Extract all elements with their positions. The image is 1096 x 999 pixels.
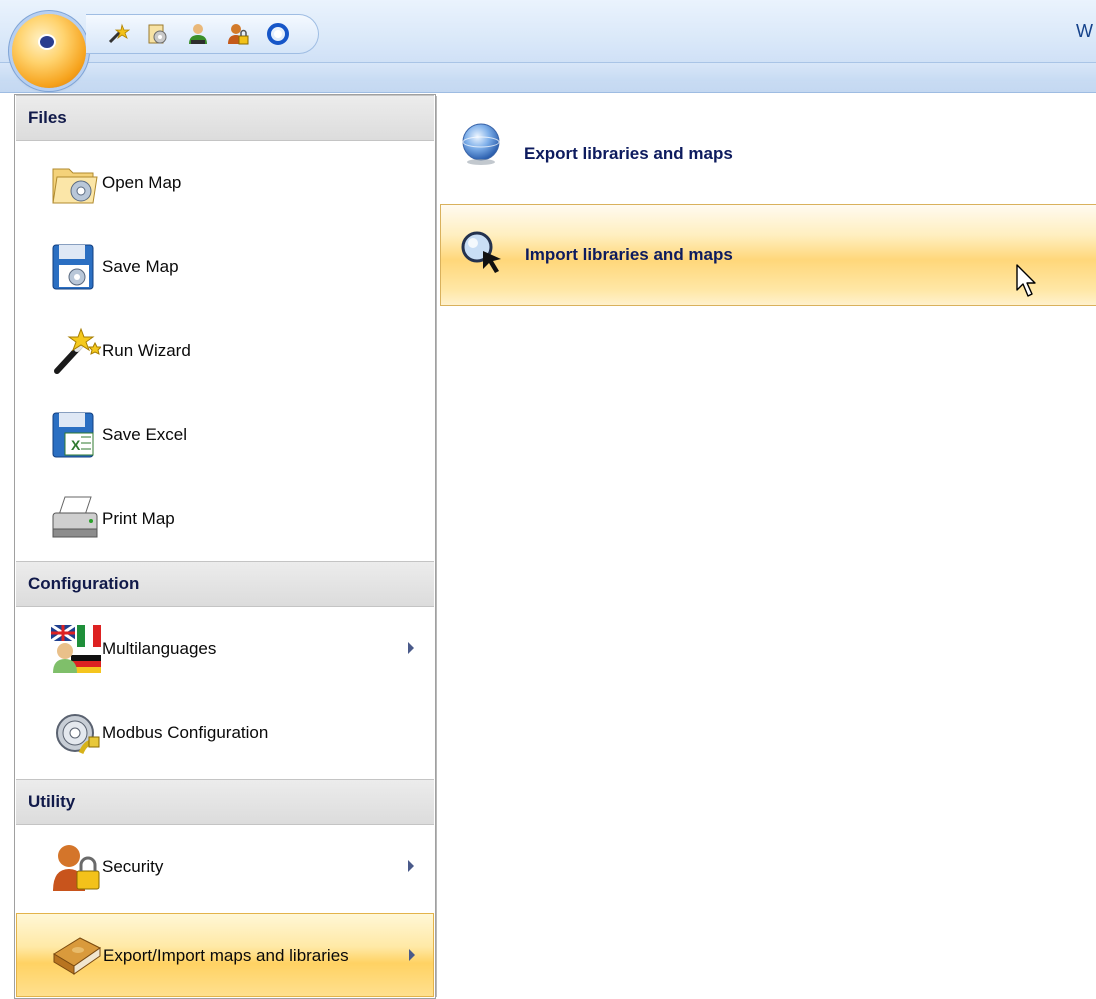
submenu-item-import[interactable]: Import libraries and maps (440, 204, 1096, 306)
open-folder-gear-icon (51, 159, 101, 207)
submenu-item-export[interactable]: Export libraries and maps (440, 100, 1096, 202)
menu-item-label: Multilanguages (102, 639, 217, 658)
menu-item-label: Save Map (102, 257, 179, 276)
ribbon-band (0, 62, 1096, 81)
submenu-item-label: Export libraries and maps (524, 144, 733, 163)
application-menu-button[interactable] (12, 14, 86, 88)
submenu-arrow-icon (408, 860, 414, 872)
svg-text:X: X (71, 437, 81, 453)
book-icon (52, 932, 102, 980)
menu-item-export-import[interactable]: Export/Import maps and libraries (16, 913, 434, 997)
ribbon-bar: W (0, 0, 1096, 93)
menu-item-label: Save Excel (102, 425, 188, 444)
menu-item-label: Security (102, 857, 164, 876)
section-header-configuration: Configuration (16, 561, 434, 607)
submenu-arrow-icon (408, 642, 414, 654)
ring-icon[interactable] (266, 22, 290, 46)
window-title: W (1076, 21, 1093, 41)
menu-item-label: Run Wizard (102, 341, 191, 360)
user-green-icon[interactable] (186, 22, 210, 46)
submenu-item-label: Import libraries and maps (525, 245, 733, 264)
section-header-utility: Utility (16, 779, 434, 825)
gear-cable-icon (51, 709, 101, 757)
menu-item-save-excel[interactable]: X Save Excel (16, 393, 434, 477)
magic-wand-icon (51, 327, 103, 375)
menu-item-security[interactable]: Security (16, 825, 434, 909)
wand-icon[interactable] (106, 22, 131, 46)
magnifier-import-icon (459, 229, 505, 275)
globe-export-icon (458, 120, 504, 166)
menu-item-run-wizard[interactable]: Run Wizard (16, 309, 434, 393)
printer-icon (51, 495, 101, 543)
menu-item-multilanguages[interactable]: Multilanguages (16, 607, 434, 691)
application-menu-panel: Files Open Map Save Map Run Wizard X Sav… (14, 94, 436, 999)
orb-logo-icon (40, 36, 54, 48)
flags-user-icon (50, 623, 101, 673)
quick-access-toolbar (86, 14, 319, 54)
menu-item-label: Modbus Configuration (102, 723, 269, 742)
menu-item-print-map[interactable]: Print Map (16, 477, 434, 561)
submenu-panel: Export libraries and maps Import librari… (436, 96, 1096, 997)
menu-item-label: Open Map (102, 173, 182, 192)
floppy-excel-icon: X (51, 411, 101, 459)
menu-item-label: Export/Import maps and libraries (103, 946, 349, 965)
section-header-files: Files (16, 95, 434, 141)
user-padlock-icon (51, 843, 101, 891)
floppy-gear-icon (51, 243, 101, 291)
menu-item-save-map[interactable]: Save Map (16, 225, 434, 309)
submenu-arrow-icon (409, 949, 415, 961)
user-lock-icon[interactable] (226, 22, 250, 46)
mouse-cursor-icon (1016, 264, 1038, 303)
menu-item-label: Print Map (102, 509, 175, 528)
settings-page-icon[interactable] (146, 22, 170, 46)
menu-item-open-map[interactable]: Open Map (16, 141, 434, 225)
menu-item-modbus-configuration[interactable]: Modbus Configuration (16, 691, 434, 775)
